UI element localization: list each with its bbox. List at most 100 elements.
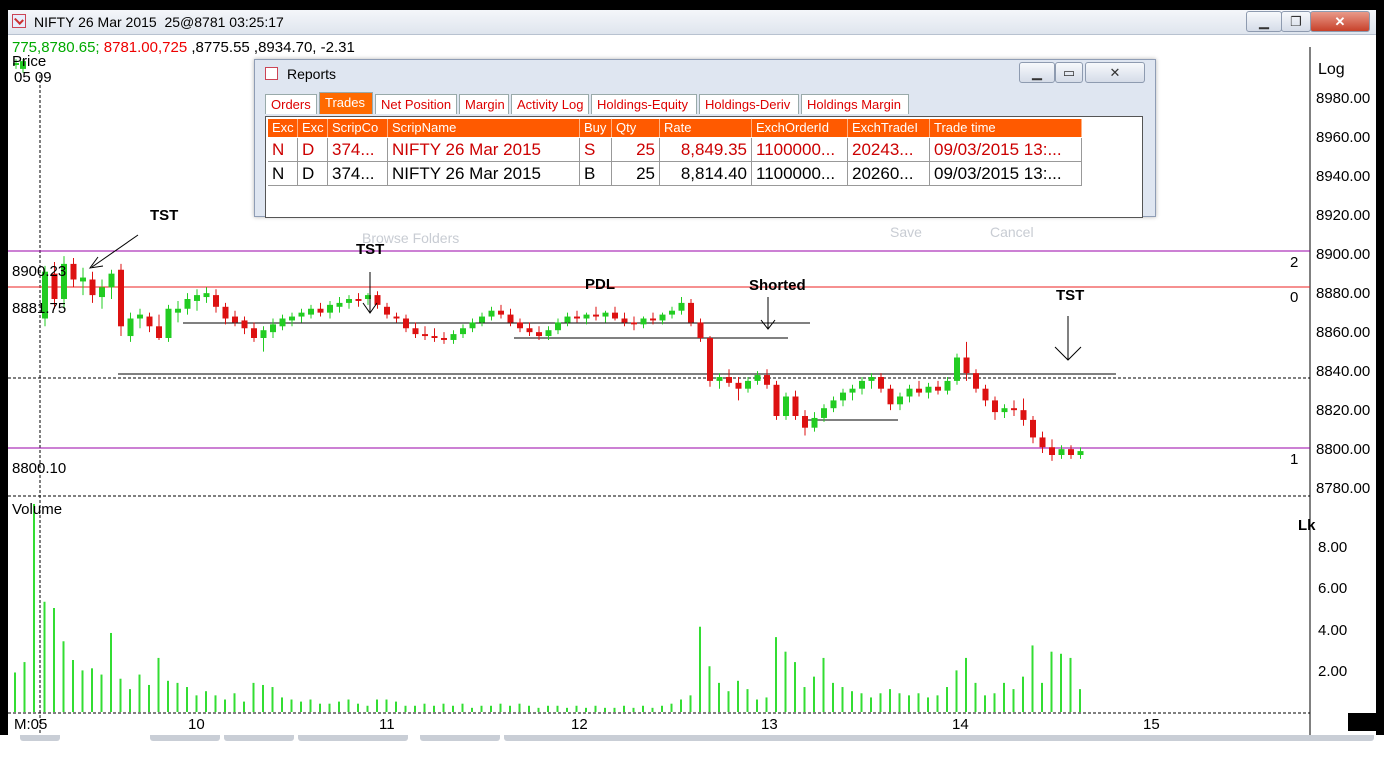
column-header[interactable]: Buy <box>580 119 612 137</box>
taskbar-item[interactable] <box>504 735 1374 741</box>
column-header[interactable]: Exc <box>268 119 298 137</box>
reports-menu-icon[interactable] <box>265 67 278 80</box>
app-menu-icon[interactable] <box>12 14 26 28</box>
volume-bar <box>328 703 331 712</box>
column-header[interactable]: Exc <box>298 119 328 137</box>
candle <box>659 314 666 321</box>
taskbar-item[interactable] <box>298 735 408 741</box>
column-header[interactable]: Qty <box>612 119 660 137</box>
annotation-tst: TST <box>1056 287 1084 304</box>
volume-bar <box>670 703 673 712</box>
close-button[interactable]: ✕ <box>1310 11 1370 32</box>
candle <box>536 332 542 337</box>
volume-bar <box>91 668 93 712</box>
candle <box>355 299 362 301</box>
volume-bar <box>689 695 692 712</box>
column-header[interactable]: Rate <box>660 119 752 137</box>
tab-orders[interactable]: Orders <box>265 94 317 114</box>
column-header[interactable]: Trade time <box>930 119 1082 137</box>
candle <box>336 302 343 307</box>
minimize-button[interactable]: ▁ <box>1246 11 1282 32</box>
volume-bar <box>585 707 587 712</box>
column-header[interactable]: ExchTradeI <box>848 119 930 137</box>
candle <box>954 357 960 381</box>
reports-close-button[interactable]: ✕ <box>1085 62 1145 83</box>
corner-block <box>1348 713 1376 731</box>
taskbar-item[interactable] <box>224 735 294 741</box>
candle <box>1011 408 1017 411</box>
candle <box>450 334 457 340</box>
volume-bars-group <box>14 504 1081 712</box>
volume-bar <box>290 699 293 712</box>
volume-bar <box>509 705 511 712</box>
volume-bar <box>53 608 55 712</box>
candle <box>498 310 504 315</box>
volume-bar <box>490 705 492 712</box>
taskbar-item[interactable] <box>20 735 60 741</box>
tab-holdings-margin[interactable]: Holdings Margin <box>801 94 909 114</box>
candle <box>384 306 390 315</box>
candle <box>688 302 694 323</box>
volume-bar <box>927 697 929 712</box>
volume-bar <box>727 691 730 712</box>
column-header[interactable]: ExchOrderId <box>752 119 848 137</box>
taskbar-item[interactable] <box>420 735 500 741</box>
volume-bar <box>300 701 302 712</box>
trades-grid[interactable]: Exc Exc ScripCo ScripName Buy Qty Rate E… <box>265 116 1143 218</box>
tab-margin[interactable]: Margin <box>459 94 509 114</box>
candle <box>669 310 675 315</box>
volume-bar <box>23 662 26 712</box>
candle <box>593 314 599 317</box>
volume-bar <box>148 684 150 712</box>
volume-bar <box>338 701 340 712</box>
volume-bar <box>195 695 198 712</box>
tab-holdings-equity[interactable]: Holdings-Equity <box>591 94 697 114</box>
volume-bar <box>794 662 796 712</box>
restore-button[interactable]: ❐ <box>1281 11 1311 32</box>
trades-grid-header: Exc Exc ScripCo ScripName Buy Qty Rate E… <box>268 119 1082 137</box>
table-row[interactable]: N D 374... NIFTY 26 Mar 2015 S 25 8,849.… <box>268 138 1082 162</box>
table-cell: 1100000... <box>752 162 848 186</box>
candle <box>650 318 656 321</box>
table-cell: 374... <box>328 138 388 162</box>
x-tick: 13 <box>761 716 778 733</box>
volume-bar <box>423 703 426 712</box>
reports-window[interactable]: Reports ▁ ▭ ✕ Orders Trades Net Position… <box>254 59 1156 218</box>
volume-bar <box>347 699 350 712</box>
volume-bar <box>860 693 863 712</box>
column-header[interactable]: ScripCo <box>328 119 388 137</box>
volume-bar <box>832 682 834 712</box>
candle <box>175 308 181 313</box>
reports-minimize-button[interactable]: ▁ <box>1019 62 1055 83</box>
tab-holdings-deriv[interactable]: Holdings-Deriv <box>699 94 799 114</box>
volume-bar <box>661 705 663 712</box>
volume-bar <box>281 697 283 712</box>
candle <box>754 375 761 381</box>
table-cell: 25 <box>612 138 660 162</box>
x-tick: 12 <box>571 716 588 733</box>
tab-trades[interactable]: Trades <box>319 92 373 114</box>
candle <box>678 302 685 311</box>
volume-bar <box>357 703 359 712</box>
y-tick: 8780.00 <box>1316 480 1370 497</box>
taskbar-item[interactable] <box>150 735 220 741</box>
candle <box>213 295 219 307</box>
price-y-axis: 8980.00 8960.00 8940.00 8920.00 8900.00 … <box>1316 90 1370 497</box>
candle <box>317 308 324 313</box>
candle <box>308 308 314 315</box>
table-row[interactable]: N D 374... NIFTY 26 Mar 2015 B 25 8,814.… <box>268 162 1082 186</box>
candle <box>612 312 618 319</box>
volume-bar <box>1003 682 1005 712</box>
candle <box>374 295 381 305</box>
log-scale-label[interactable]: Log <box>1318 61 1345 79</box>
column-header[interactable]: ScripName <box>388 119 580 137</box>
vol-y-tick: 2.00 <box>1318 663 1347 680</box>
table-cell: N <box>268 162 298 186</box>
candle <box>1049 447 1055 455</box>
reports-restore-button[interactable]: ▭ <box>1055 62 1083 83</box>
ghost-save: Save <box>890 224 922 240</box>
volume-bar <box>632 707 635 712</box>
tab-activity-log[interactable]: Activity Log <box>511 94 589 114</box>
volume-bar <box>252 682 255 712</box>
tab-net-position[interactable]: Net Position <box>375 94 457 114</box>
